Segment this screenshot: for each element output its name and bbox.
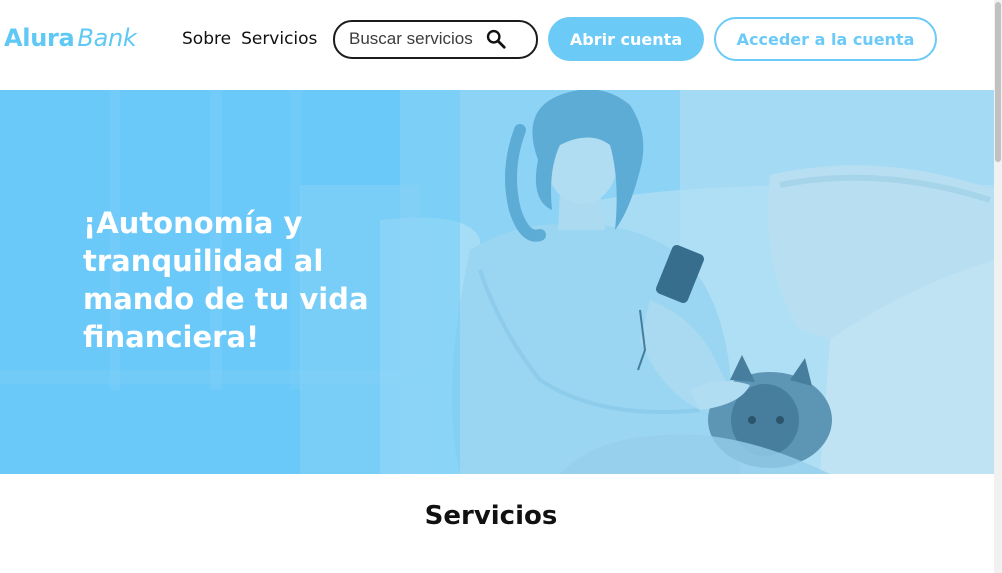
scrollbar-thumb[interactable] (995, 2, 1001, 162)
access-account-button[interactable]: Acceder a la cuenta (714, 17, 937, 61)
page-scrollbar[interactable] (994, 0, 1002, 573)
nav-link-servicios[interactable]: Servicios (241, 27, 317, 51)
hero-title: ¡Autonomía y tranquilidad al mando de tu… (83, 206, 369, 354)
logo-text-primary: Alura (4, 24, 75, 52)
search-input[interactable] (349, 27, 489, 51)
logo-text-secondary: Bank (77, 24, 137, 52)
main-nav: Sobre Servicios (182, 27, 317, 51)
nav-link-sobre[interactable]: Sobre (182, 27, 231, 51)
hero-banner: ¡Autonomía y tranquilidad al mando de tu… (0, 90, 994, 474)
search-box (333, 20, 538, 59)
site-header: AluraBank Sobre Servicios Abrir cuenta A… (0, 0, 994, 90)
search-icon[interactable] (485, 28, 507, 50)
open-account-button[interactable]: Abrir cuenta (548, 17, 704, 61)
logo[interactable]: Alura Bank (4, 22, 137, 54)
services-heading: Servicios (424, 501, 558, 531)
page: AluraBank Sobre Servicios Abrir cuenta A… (0, 0, 1002, 573)
